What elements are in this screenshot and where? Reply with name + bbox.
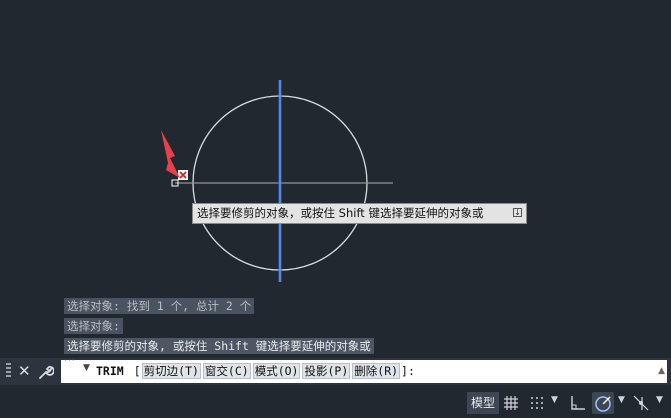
tooltip-pin-icon[interactable]: ↓: [513, 208, 522, 217]
history-line: 选择对象: 找到 1 个, 总计 2 个: [64, 298, 255, 314]
chevron-down-icon[interactable]: ▼: [656, 395, 663, 405]
option-erase[interactable]: 删除(R): [352, 363, 401, 379]
ortho-icon[interactable]: [567, 392, 589, 414]
snap-dots-icon[interactable]: [526, 392, 548, 414]
chevron-up-icon[interactable]: ▲: [658, 366, 665, 376]
recent-commands-icon[interactable]: ···: [64, 356, 76, 366]
polar-tracking-icon[interactable]: [592, 392, 614, 414]
pointer-arrow-icon: [161, 130, 180, 178]
status-bar: 模型 ▼ ▼ ▼: [0, 389, 671, 417]
close-icon[interactable]: ✕: [18, 358, 31, 385]
chevron-down-icon[interactable]: ▼: [618, 395, 625, 405]
option-project[interactable]: 投影(P): [302, 363, 351, 379]
command-input[interactable]: ··· ▼ TRIM[剪切边(T) 窗交(C) 模式(O) 投影(P) 删除(R)]: …: [61, 356, 667, 383]
grid-icon[interactable]: [500, 392, 522, 414]
history-line: 选择对象:: [64, 318, 123, 334]
drag-grip-handle[interactable]: [6, 363, 11, 380]
isodraft-icon[interactable]: [630, 392, 652, 414]
trim-cursor-icon: [178, 170, 188, 180]
command-line-bar: ✕ ··· ▼ TRIM [剪切边(T) 窗交(C) 模式(O) 投影(P) 删除(R)]…: [0, 356, 671, 385]
option-fence[interactable]: 剪切边(T): [141, 363, 201, 379]
command-tooltip: 选择要修剪的对象，或按住 Shift 键选择要延伸的对象或 ↓: [192, 203, 527, 224]
command-prompt: TRIM [剪切边(T) 窗交(C) 模式(O) 投影(P) 删除(R)]:: [96, 360, 415, 383]
option-crossing[interactable]: 窗交(C): [202, 363, 251, 379]
chevron-down-icon[interactable]: ▼: [551, 395, 558, 405]
close-bracket: ]:: [401, 364, 415, 378]
option-mode[interactable]: 模式(O): [252, 363, 301, 379]
tooltip-text: 选择要修剪的对象，或按住 Shift 键选择要延伸的对象或: [197, 206, 484, 220]
chevron-down-icon[interactable]: ▼: [83, 363, 90, 373]
history-line: 选择要修剪的对象, 或按住 Shift 键选择要延伸的对象或: [64, 338, 374, 354]
model-space-button[interactable]: 模型: [467, 392, 500, 414]
open-bracket: [: [133, 364, 141, 378]
command-name: TRIM: [96, 364, 124, 378]
command-history: 选择对象: 找到 1 个, 总计 2 个 选择对象: 选择要修剪的对象, 或按住…: [64, 298, 374, 358]
wrench-icon[interactable]: [38, 358, 55, 389]
